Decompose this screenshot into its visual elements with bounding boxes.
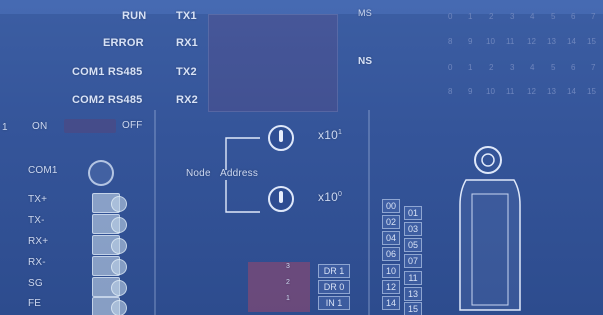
io-indicator: 06 [382, 247, 400, 261]
db-connector-icon [459, 146, 521, 311]
rx2-label: RX2 [176, 94, 198, 106]
grid-cell: 0 [448, 63, 453, 72]
terminal-clamp[interactable] [92, 277, 127, 297]
grid-cell: 10 [486, 37, 495, 46]
grid-cell: 14 [567, 37, 576, 46]
terminal-label: SG [28, 278, 43, 289]
dip-number: 3 [286, 263, 291, 270]
grid-cell: 4 [530, 63, 535, 72]
node-label: Node [186, 168, 211, 179]
terminal-screw-icon[interactable] [88, 160, 114, 186]
grid-cell: 5 [551, 63, 556, 72]
terminal-clamp[interactable] [92, 235, 127, 255]
rotary-switch-x10-1[interactable] [268, 125, 294, 151]
terminal-label: TX- [28, 215, 45, 226]
grid-cell: 3 [510, 12, 515, 21]
terminal-clamp[interactable] [92, 214, 127, 234]
tx1-label: TX1 [176, 10, 197, 22]
io-indicator: 03 [404, 222, 422, 236]
grid-cell: 4 [530, 12, 535, 21]
dip-label: DR 1 [318, 264, 350, 278]
tx2-label: TX2 [176, 66, 197, 78]
rx1-label: RX1 [176, 37, 198, 49]
io-indicator: 15 [404, 302, 422, 315]
x10-1-label: x101 [318, 128, 342, 142]
grid-cell: 6 [571, 63, 576, 72]
grid-cell: 13 [547, 37, 556, 46]
io-indicator: 13 [404, 287, 422, 301]
grid-cell: 2 [489, 12, 494, 21]
terminal-label: FE [28, 298, 42, 309]
terminal-label: RX+ [28, 236, 49, 247]
grid-cell: 7 [591, 63, 596, 72]
grid-cell: 3 [510, 63, 515, 72]
grid-cell: 13 [547, 87, 556, 96]
grid-cell: 12 [527, 87, 536, 96]
com2-rs485-label: COM2 RS485 [72, 94, 143, 106]
dip-number: 1 [286, 295, 291, 302]
grid-cell: 0 [448, 12, 453, 21]
grid-cell: 11 [506, 87, 515, 96]
grid-cell: 12 [527, 37, 536, 46]
grid-cell: 1 [468, 63, 473, 72]
ms-label: MS [358, 8, 372, 18]
grid-cell: 5 [551, 12, 556, 21]
panel-divider [154, 110, 156, 315]
io-indicator: 12 [382, 280, 400, 294]
dip-number: 2 [286, 279, 291, 286]
io-indicator: 05 [404, 238, 422, 252]
x10-text: x10 [318, 190, 338, 204]
power-switch[interactable] [64, 119, 116, 133]
grid-cell: 8 [448, 87, 453, 96]
grid-cell: 9 [468, 37, 473, 46]
run-label: RUN [122, 10, 147, 22]
terminal-clamp[interactable] [92, 193, 127, 213]
x10-0-label: x100 [318, 190, 342, 204]
io-indicator: 04 [382, 231, 400, 245]
io-indicator: 10 [382, 264, 400, 278]
switch-off-label: OFF [122, 120, 143, 131]
rotary-switch-x10-0[interactable] [268, 186, 294, 212]
io-indicator: 02 [382, 215, 400, 229]
grid-cell: 8 [448, 37, 453, 46]
x10-text: x10 [318, 128, 338, 142]
io-indicator: 14 [382, 296, 400, 310]
grid-cell: 15 [587, 37, 596, 46]
grid-cell: 1 [468, 12, 473, 21]
terminal-label: TX+ [28, 194, 48, 205]
ns-label: NS [358, 56, 373, 67]
node-address-bracket [225, 137, 260, 213]
exponent-0: 0 [337, 191, 343, 198]
panel-divider [368, 110, 370, 315]
grid-cell: 7 [591, 12, 596, 21]
io-indicator: 07 [404, 254, 422, 268]
exponent-1: 1 [337, 129, 343, 136]
terminal-label: RX- [28, 257, 46, 268]
switch-position-one: 1 [2, 122, 8, 133]
io-indicator: 11 [404, 271, 422, 285]
rotary-pointer-icon [279, 191, 283, 203]
terminal-clamp[interactable] [92, 297, 127, 315]
terminal-clamp[interactable] [92, 256, 127, 276]
switch-on-label: ON [32, 121, 48, 132]
led-window [208, 14, 338, 112]
grid-cell: 15 [587, 87, 596, 96]
error-label: ERROR [103, 37, 144, 49]
module-photo: RUN ERROR COM1 RS485 COM2 RS485 TX1 RX1 … [0, 0, 603, 315]
grid-cell: 2 [489, 63, 494, 72]
grid-cell: 6 [571, 12, 576, 21]
rotary-pointer-icon [279, 130, 283, 142]
dip-label: IN 1 [318, 296, 350, 310]
grid-cell: 10 [486, 87, 495, 96]
grid-cell: 9 [468, 87, 473, 96]
com1-port-label: COM1 [28, 165, 58, 176]
com1-rs485-label: COM1 RS485 [72, 66, 143, 78]
io-indicator: 00 [382, 199, 400, 213]
dip-label: DR 0 [318, 280, 350, 294]
grid-cell: 14 [567, 87, 576, 96]
io-indicator: 01 [404, 206, 422, 220]
grid-cell: 11 [506, 37, 515, 46]
dip-switch[interactable] [248, 262, 310, 312]
